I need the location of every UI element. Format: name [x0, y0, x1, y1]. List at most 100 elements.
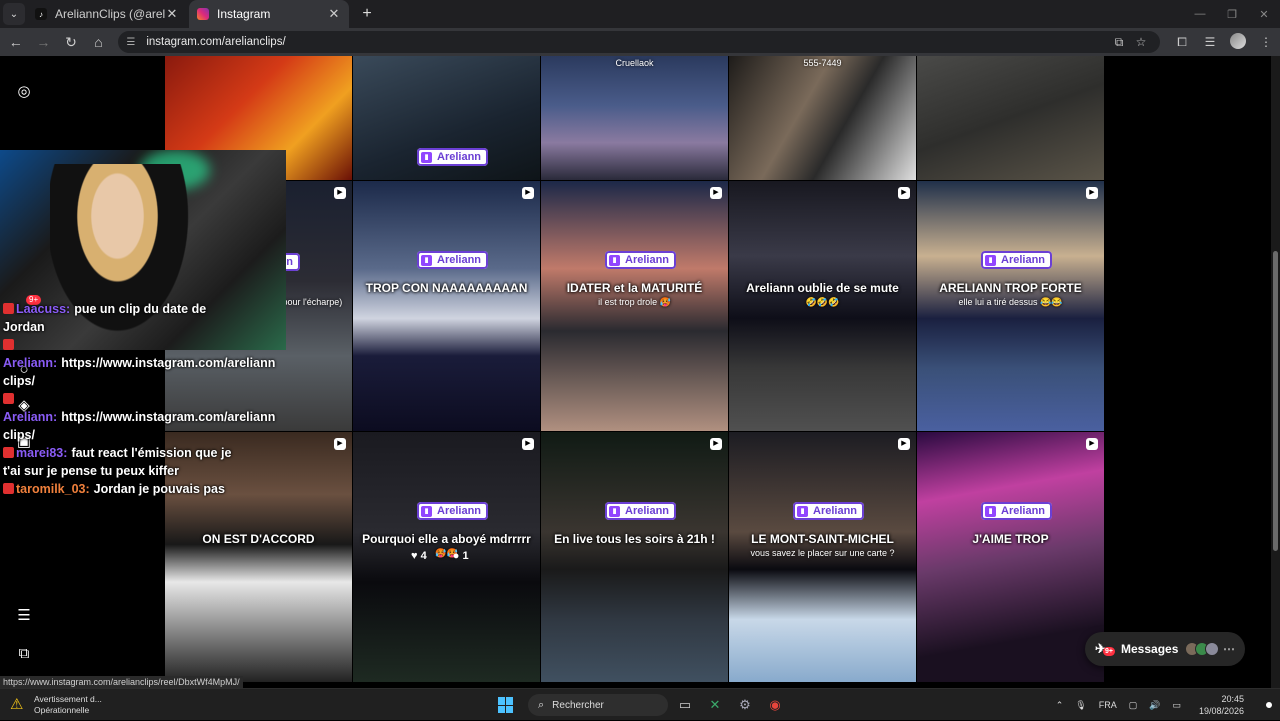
- post-tile[interactable]: ▶ Pourquoi elle a aboyé mdrrrrr 🥵🥵 ▮ Arelian…: [353, 432, 540, 682]
- settings-icon[interactable]: ⚙: [732, 692, 758, 718]
- twitch-icon: ▮: [421, 254, 432, 266]
- post-tile[interactable]: ▶ IDATER et la MATURITÉ il est trop drole …: [541, 181, 728, 431]
- home-button[interactable]: ⌂: [87, 30, 111, 54]
- network-icon[interactable]: ▢: [1129, 700, 1138, 711]
- date: 19/08/2026: [1198, 706, 1244, 716]
- tab-title: Instagram: [217, 7, 271, 21]
- chat-username[interactable]: Laacuss:: [16, 302, 70, 316]
- post-tile[interactable]: ▶ Areliann oublie de se mute 🤣🤣🤣: [729, 181, 916, 431]
- warning-icon: ⚠: [10, 695, 24, 713]
- twitch-icon: ▮: [985, 505, 996, 517]
- close-window-button[interactable]: ✕: [1248, 8, 1280, 21]
- post-subcaption: il est trop drole 🥵: [598, 297, 671, 307]
- post-tile[interactable]: Cruellaok: [541, 56, 728, 180]
- twitch-badge: ▮ Areliann: [605, 251, 677, 269]
- post-caption: Areliann oublie de se mute: [746, 281, 899, 295]
- instagram-logo-icon[interactable]: ◎: [14, 82, 34, 102]
- messages-icon: ✈ 9+: [1095, 641, 1115, 656]
- address-bar[interactable]: ☰ instagram.com/arelianclips/ ⧉ ☆: [118, 31, 1160, 53]
- stream-chat-overlay: Laacuss: pue un clip du date de Jordan Are…: [0, 300, 275, 498]
- excel-icon[interactable]: ✕: [702, 692, 728, 718]
- twitch-icon: ▮: [421, 505, 432, 517]
- reel-icon: ▶: [898, 438, 910, 450]
- badge-icon: [3, 483, 14, 494]
- instagram-icon: [197, 8, 209, 20]
- chrome-icon[interactable]: ◉: [762, 692, 788, 718]
- bookmark-star-icon[interactable]: ☆: [1130, 35, 1152, 49]
- more-menu-icon[interactable]: ☰: [14, 606, 34, 626]
- chat-message: Laacuss: pue un clip du date de Jordan: [0, 300, 240, 336]
- maximize-button[interactable]: ❐: [1216, 8, 1248, 21]
- back-button[interactable]: ←: [4, 30, 28, 54]
- chat-username[interactable]: marei83:: [16, 446, 67, 460]
- heart-icon: ♥: [411, 550, 418, 562]
- window-controls: — ❐ ✕: [1184, 0, 1280, 28]
- new-tab-button[interactable]: +: [357, 5, 377, 23]
- minimize-button[interactable]: —: [1184, 8, 1216, 20]
- language-indicator[interactable]: FRA: [1099, 700, 1117, 710]
- reel-icon: ▶: [898, 187, 910, 199]
- profile-avatar[interactable]: [1224, 32, 1252, 52]
- chat-username[interactable]: Areliann:: [3, 410, 57, 424]
- scrollbar-thumb[interactable]: [1273, 251, 1278, 551]
- post-tile[interactable]: ▶ TROP CON NAAAAAAAAAN ▮ Areliann: [353, 181, 540, 431]
- chat-username[interactable]: taromilk_03:: [16, 482, 90, 496]
- post-tile[interactable]: ▶ ARELIANN TROP FORTE elle lui a tiré dess…: [917, 181, 1104, 431]
- close-tab-icon[interactable]: ✕: [165, 6, 179, 22]
- badge-icon: [3, 339, 14, 350]
- instagram-page: ▮AreliannCruellaok555-7449▶r DATEon rigo…: [0, 56, 1280, 688]
- chat-text: Jordan je pouvais pas: [93, 482, 225, 496]
- volume-icon[interactable]: 🔊: [1149, 700, 1160, 711]
- reel-icon: ▶: [522, 187, 534, 199]
- extensions-icon[interactable]: ⧠: [1168, 35, 1196, 50]
- close-tab-icon[interactable]: ✕: [327, 6, 341, 22]
- install-app-icon[interactable]: ⧉: [1108, 35, 1130, 50]
- post-tile[interactable]: ▶ En live tous les soirs à 21h ! ▮ Areliann: [541, 432, 728, 682]
- post-subcaption: Cruellaok: [615, 58, 654, 68]
- post-tile[interactable]: ▮ Areliann: [353, 56, 540, 180]
- windows-taskbar: ⚠ Avertissement d... Opérationnelle ⌕ Rech…: [0, 688, 1280, 720]
- site-info-icon[interactable]: ☰: [126, 37, 140, 48]
- post-subcaption: vous savez le placer sur une carte ?: [750, 548, 895, 558]
- reading-list-icon[interactable]: ☰: [1196, 35, 1224, 49]
- messages-button[interactable]: ✈ 9+ Messages ⋯: [1085, 632, 1245, 666]
- post-tile[interactable]: ▶ LE MONT-SAINT-MICHEL vous savez le place…: [729, 432, 916, 682]
- badge-label: Areliann: [437, 254, 482, 266]
- chevron-up-icon[interactable]: ⌃: [1056, 700, 1064, 711]
- twitch-icon: ▮: [421, 151, 432, 163]
- notification-dot[interactable]: [1266, 702, 1272, 708]
- warning-widget[interactable]: ⚠ Avertissement d... Opérationnelle: [10, 694, 140, 716]
- clock[interactable]: 20:45 19/08/2026: [1193, 693, 1250, 717]
- battery-icon[interactable]: ▭: [1172, 700, 1181, 711]
- taskbar-search[interactable]: ⌕ Rechercher: [528, 694, 668, 716]
- badge-icon: [3, 447, 14, 458]
- reel-icon: ▶: [1086, 187, 1098, 199]
- menu-kebab-icon[interactable]: ⋮: [1252, 35, 1280, 49]
- comments-stat: ● 1: [453, 550, 469, 562]
- badge-icon: [3, 393, 14, 404]
- more-icon: ⋯: [1223, 642, 1235, 656]
- reload-button[interactable]: ↻: [59, 30, 83, 54]
- start-button[interactable]: [498, 697, 514, 713]
- twitch-badge: ▮ Areliann: [981, 251, 1053, 269]
- url-text[interactable]: instagram.com/arelianclips/: [146, 36, 1108, 48]
- also-from-meta-icon[interactable]: ⧉: [14, 644, 34, 664]
- tab-tiktok[interactable]: ♪ AreliannClips (@arelianclips) | ✕: [27, 0, 187, 28]
- post-tile[interactable]: ▶ J'AIME TROP ▮ Areliann: [917, 432, 1104, 682]
- browser-toolbar: ← → ↻ ⌂ ☰ instagram.com/arelianclips/ ⧉ …: [0, 28, 1280, 56]
- chat-username[interactable]: Areliann:: [3, 356, 57, 370]
- post-tile[interactable]: 555-7449: [729, 56, 916, 180]
- posts-grid: ▮AreliannCruellaok555-7449▶r DATEon rigo…: [165, 56, 1105, 688]
- twitch-badge: ▮ Areliann: [417, 502, 489, 520]
- page-scrollbar[interactable]: [1271, 56, 1280, 688]
- twitch-icon: ▮: [985, 254, 996, 266]
- badge-label: Areliann: [1001, 505, 1046, 517]
- post-tile[interactable]: [917, 56, 1104, 180]
- post-caption: Pourquoi elle a aboyé mdrrrrr: [362, 532, 531, 546]
- badge-label: Areliann: [625, 505, 670, 517]
- tab-search-dropdown[interactable]: ⌄: [3, 3, 25, 25]
- microphone-icon[interactable]: 🎙: [1075, 700, 1086, 711]
- tab-instagram[interactable]: Instagram ✕: [189, 0, 349, 28]
- file-explorer-icon[interactable]: ▭: [672, 692, 698, 718]
- forward-button[interactable]: →: [32, 30, 56, 54]
